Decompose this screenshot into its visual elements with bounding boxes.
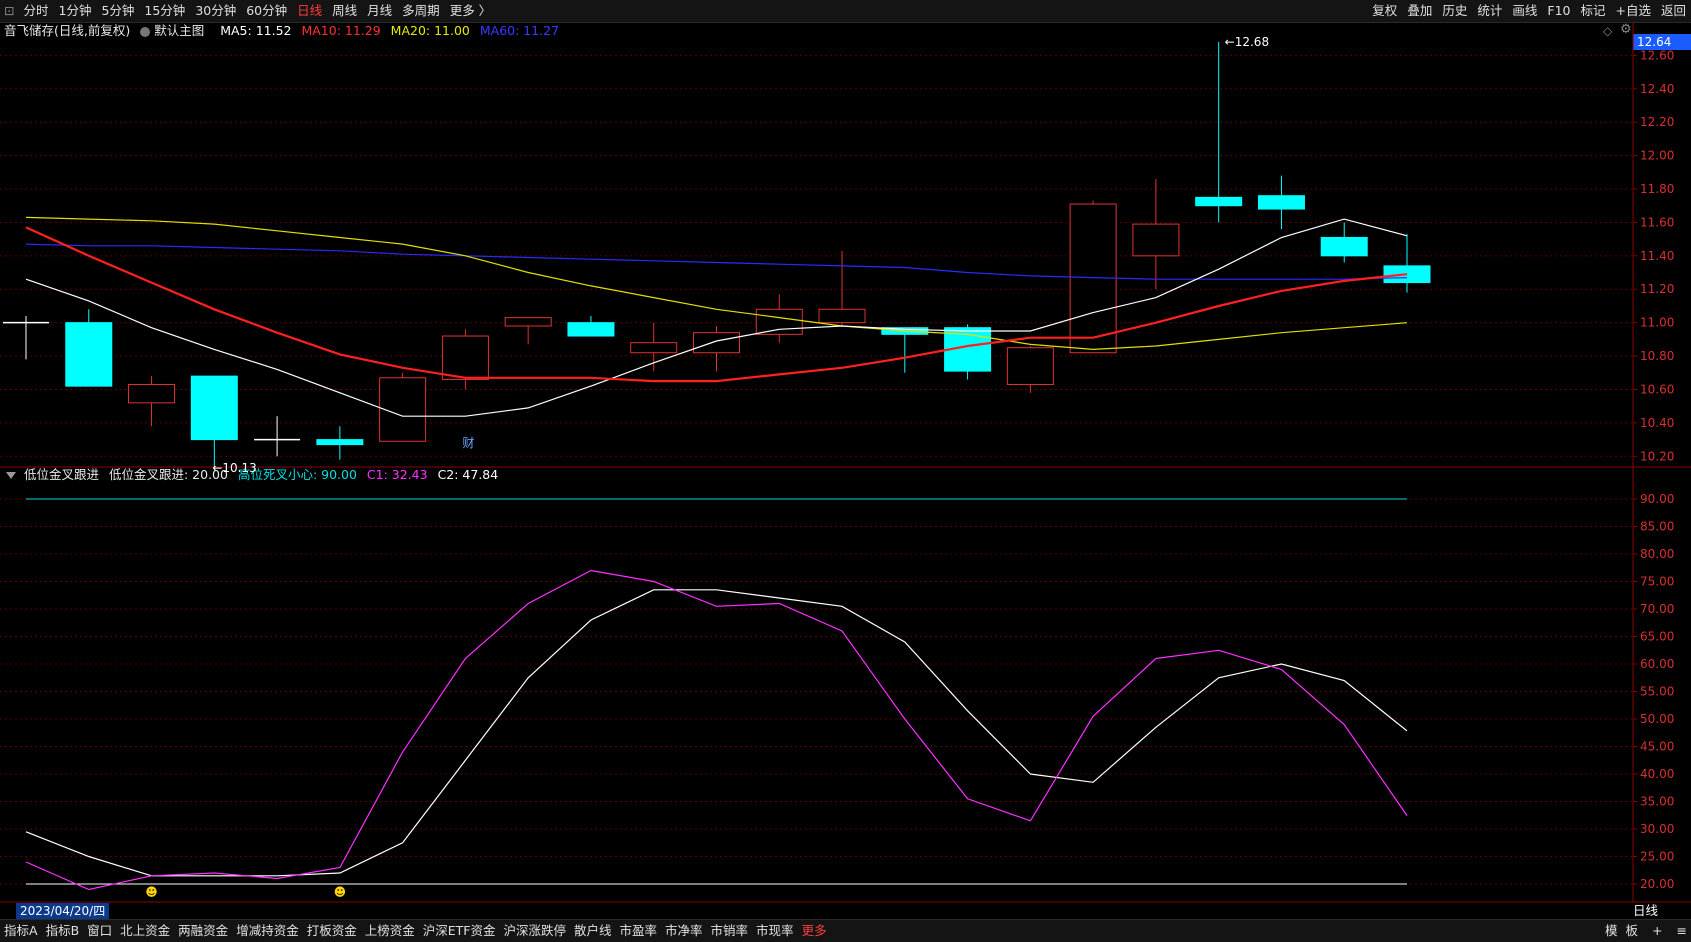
candle-body <box>190 375 238 441</box>
period-tab-60min[interactable]: 60分钟 <box>241 0 292 22</box>
board-button[interactable]: 板 <box>1622 920 1643 942</box>
f10-button[interactable]: F10 <box>1542 0 1575 22</box>
tab-etf-funds[interactable]: 沪深ETF资金 <box>419 920 500 942</box>
indicator-tick-label: 40.00 <box>1640 767 1674 781</box>
golden-cross-signal-icon: ☻ <box>334 885 347 899</box>
period-tab-1min[interactable]: 1分钟 <box>54 0 97 22</box>
period-tab-5min[interactable]: 5分钟 <box>96 0 139 22</box>
candle-body <box>1006 347 1054 385</box>
period-tab-weekly[interactable]: 周线 <box>327 0 362 22</box>
indicator-tick-label: 65.00 <box>1640 630 1674 644</box>
low-price-label: ←10.13 <box>212 461 256 475</box>
indicator-tick-label: 45.00 <box>1640 740 1674 754</box>
indicator-tick-label: 80.00 <box>1640 547 1674 561</box>
overlay-button[interactable]: 叠加 <box>1402 0 1437 22</box>
menu-icon[interactable]: ≡ <box>1673 920 1691 942</box>
candle-body <box>630 342 678 354</box>
period-tab-30min[interactable]: 30分钟 <box>190 0 241 22</box>
price-tick-label: 10.60 <box>1640 382 1674 396</box>
price-tick-label: 12.00 <box>1640 149 1674 163</box>
indicator-tick-label: 30.00 <box>1640 822 1674 836</box>
price-tick-label: 10.20 <box>1640 449 1674 463</box>
cursor-date-label: 2023/04/20/四 <box>16 903 110 919</box>
tab-pb[interactable]: 市净率 <box>661 920 707 942</box>
tab-pcf[interactable]: 市现率 <box>752 920 798 942</box>
candle-body <box>316 439 364 446</box>
price-tick-label: 11.40 <box>1640 249 1674 263</box>
candle-body <box>128 383 176 404</box>
period-toolbar: ⊡ 分时 1分钟 5分钟 15分钟 30分钟 60分钟 日线 周线 月线 多周期… <box>0 0 1691 23</box>
candle-body <box>567 322 615 337</box>
golden-cross-signal-icon: ☻ <box>145 885 158 899</box>
candle-body <box>504 317 552 327</box>
tab-limit-up-funds[interactable]: 打板资金 <box>303 920 361 942</box>
template-button[interactable]: 模 <box>1601 920 1622 942</box>
bottom-tab-bar: 指标A 指标B 窗口 北上资金 两融资金 增减持资金 打板资金 上榜资金 沪深E… <box>0 919 1691 942</box>
indicator-tick-label: 85.00 <box>1640 520 1674 534</box>
candle-body <box>1132 223 1180 257</box>
period-label: 日线 <box>1633 903 1659 918</box>
tab-retail-line[interactable]: 散户线 <box>570 920 616 942</box>
candle-body <box>65 322 113 387</box>
candle-body <box>693 332 740 354</box>
price-tick-label: 11.80 <box>1640 182 1674 196</box>
tab-indicator-a[interactable]: 指标A <box>0 920 42 942</box>
period-tab-fenshi[interactable]: 分时 <box>18 0 53 22</box>
indicator-tick-label: 90.00 <box>1640 492 1674 506</box>
tab-dragon-tiger[interactable]: 上榜资金 <box>361 920 419 942</box>
c1-line <box>25 569 1408 891</box>
candle-body <box>1320 236 1368 257</box>
tab-pe[interactable]: 市盈率 <box>616 920 662 942</box>
tab-indicator-b[interactable]: 指标B <box>42 920 84 942</box>
period-tab-more[interactable]: 更多 〉 <box>445 0 496 22</box>
candle-body <box>1195 196 1243 207</box>
price-tick-label: 10.40 <box>1640 416 1674 430</box>
stats-button[interactable]: 统计 <box>1472 0 1507 22</box>
period-tab-15min[interactable]: 15分钟 <box>139 0 190 22</box>
price-tick-label: 12.20 <box>1640 115 1674 129</box>
indicator-tick-label: 25.00 <box>1640 850 1674 864</box>
period-tab-multi[interactable]: 多周期 <box>397 0 445 22</box>
financial-report-marker: 财 <box>462 436 474 450</box>
candle-body <box>755 308 803 335</box>
indicator-tick-label: 55.00 <box>1640 685 1674 699</box>
adjust-button[interactable]: 复权 <box>1367 0 1402 22</box>
indicator-tick-label: 35.00 <box>1640 795 1674 809</box>
candle-body <box>818 308 866 324</box>
c2-line <box>25 589 1408 877</box>
mark-button[interactable]: 标记 <box>1575 0 1610 22</box>
indicator-tick-label: 50.00 <box>1640 712 1674 726</box>
indicator-tick-label: 60.00 <box>1640 657 1674 671</box>
back-button[interactable]: 返回 <box>1656 0 1691 22</box>
toolbar-menu-icon[interactable]: ⊡ <box>0 0 18 22</box>
price-tick-label: 12.60 <box>1640 48 1674 62</box>
price-tick-label: 10.80 <box>1640 349 1674 363</box>
price-tick-label: 11.20 <box>1640 282 1674 296</box>
indicator-tick-label: 20.00 <box>1640 877 1674 891</box>
price-tick-label: 11.00 <box>1640 316 1674 330</box>
tab-northbound[interactable]: 北上资金 <box>116 920 174 942</box>
candle-body <box>379 377 427 442</box>
price-tick-label: 11.60 <box>1640 215 1674 229</box>
price-tick-label: 12.40 <box>1640 82 1674 96</box>
tab-margin[interactable]: 两融资金 <box>174 920 232 942</box>
high-price-label: ←12.68 <box>1225 35 1269 49</box>
draw-button[interactable]: 画线 <box>1507 0 1542 22</box>
ma60-line <box>25 243 1408 280</box>
tab-limit-stats[interactable]: 沪深涨跌停 <box>499 920 570 942</box>
indicator-tick-label: 75.00 <box>1640 575 1674 589</box>
period-tab-monthly[interactable]: 月线 <box>362 0 397 22</box>
tab-window[interactable]: 窗口 <box>83 920 116 942</box>
chart-area[interactable]: 10.20 10.40 10.60 10.80 11.00 11.20 11.40 11.60… <box>0 22 1691 919</box>
history-button[interactable]: 历史 <box>1437 0 1472 22</box>
tab-ps[interactable]: 市销率 <box>707 920 753 942</box>
tab-holding-change[interactable]: 增减持资金 <box>232 920 303 942</box>
indicator-tick-label: 70.00 <box>1640 602 1674 616</box>
candle-body <box>441 335 489 380</box>
add-watchlist-button[interactable]: +自选 <box>1611 0 1656 22</box>
add-pane-button[interactable]: + <box>1642 920 1672 942</box>
period-tab-daily[interactable]: 日线 <box>292 0 327 22</box>
candle-body <box>1257 195 1305 210</box>
tab-more[interactable]: 更多 <box>798 920 831 942</box>
